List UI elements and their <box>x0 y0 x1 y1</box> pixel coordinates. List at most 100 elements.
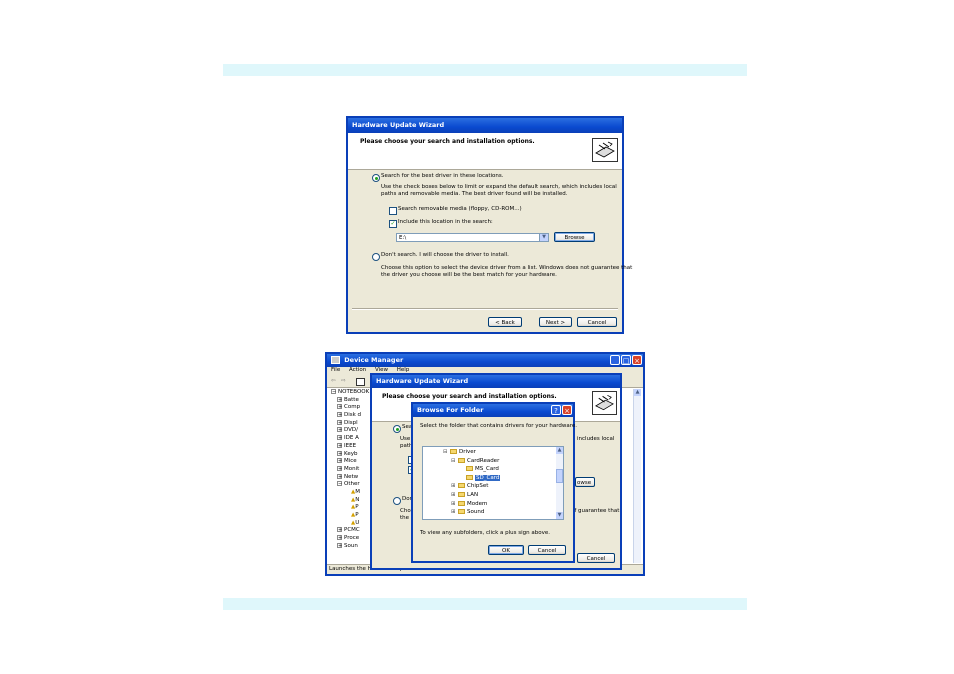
folder-tree-item[interactable]: ⊞ LAN <box>443 491 500 501</box>
wizard-header-panel: Please choose your search and installati… <box>348 133 622 170</box>
folder-icon <box>458 509 465 515</box>
expander-icon[interactable]: ⊟ <box>451 458 458 465</box>
tree-item[interactable]: + Disk d <box>331 412 375 420</box>
tree-item[interactable]: − NOTEBOOK <box>331 389 375 397</box>
includes-local-text: includes local <box>577 436 615 442</box>
browse-instruction: Select the folder that contains drivers … <box>420 423 578 429</box>
expander-icon[interactable]: ⊟ <box>443 449 450 456</box>
scroll-up-icon[interactable]: ▲ <box>634 389 641 396</box>
guarantee-text-partial: of guarantee that <box>571 508 620 514</box>
wizard2-title-bar: Hardware Update Wizard <box>372 375 620 388</box>
scroll-down-icon[interactable]: ▼ <box>556 512 563 519</box>
use-text-partial: Use <box>400 436 411 442</box>
close-button[interactable]: × <box>562 405 572 415</box>
forward-arrow-icon[interactable]: ⇨ <box>341 378 346 385</box>
browse-button[interactable]: owse <box>575 477 595 487</box>
browse-button[interactable]: Browse <box>554 232 595 242</box>
scroll-thumb[interactable] <box>556 469 563 483</box>
tree-item[interactable]: − Other <box>331 481 375 489</box>
browse-for-folder-dialog: Browse For Folder ? × Select the folder … <box>411 402 578 563</box>
checkbox-removable-label: Search removable media (floppy, CD-ROM..… <box>398 206 522 212</box>
folder-tree[interactable]: ⊟ Driver ⊟ CardReader MS_Card SD_Card ⊞ ChipSet… <box>422 446 564 520</box>
folder-tree-rows: ⊟ Driver ⊟ CardReader MS_Card SD_Card ⊞ ChipSet… <box>443 449 501 518</box>
expander-icon[interactable]: ⊞ <box>451 501 458 508</box>
radio-dont-search[interactable] <box>372 253 380 261</box>
tree-item[interactable]: + IDE A <box>331 435 375 443</box>
folder-label: LAN <box>467 491 479 498</box>
folder-tree-scrollbar[interactable]: ▲ ▼ <box>556 447 563 519</box>
checkbox-include-label: Include this location in the search: <box>398 219 493 225</box>
folder-tree-item[interactable]: ⊟ CardReader <box>443 457 500 467</box>
folder-tree-item[interactable]: SD_Card <box>443 474 501 484</box>
browse-hint: To view any subfolders, click a plus sig… <box>420 530 550 536</box>
menu-file[interactable]: File <box>331 367 340 373</box>
tree-item[interactable]: + Comp <box>331 404 375 412</box>
hardware-icon <box>592 391 617 415</box>
radio-dont-search[interactable] <box>393 497 401 505</box>
radio-dont-search-label: Don't search. I will choose the driver t… <box>381 252 509 258</box>
tree-item[interactable]: + IEEE <box>331 442 375 451</box>
folder-label: Modem <box>467 500 488 507</box>
tree-item[interactable]: + Batte <box>331 396 375 405</box>
cancel-button[interactable]: Cancel <box>528 545 566 555</box>
device-manager-title-bar: Device Manager <box>327 354 643 367</box>
folder-icon <box>458 491 465 497</box>
tree-item-warning[interactable]: ▲P <box>331 504 375 512</box>
back-arrow-icon[interactable]: ⇦ <box>331 378 336 385</box>
folder-icon <box>466 474 473 480</box>
radio-search-best-driver[interactable] <box>372 174 380 182</box>
device-manager-title: Device Manager <box>344 356 404 364</box>
hardware-update-wizard-window: Hardware Update Wizard Please choose you… <box>346 116 632 334</box>
folder-tree-item[interactable]: MS_Card <box>443 466 500 475</box>
next-button[interactable]: Next > <box>539 317 572 327</box>
scroll-up-icon[interactable]: ▲ <box>556 447 563 454</box>
expander-icon[interactable]: ⊞ <box>451 483 458 490</box>
hardware-icon <box>592 138 618 162</box>
folder-label: Driver <box>459 449 476 455</box>
chevron-down-icon[interactable]: ▼ <box>539 234 548 241</box>
tree-item[interactable]: + Netw <box>331 473 375 482</box>
checkbox-removable-media[interactable] <box>389 207 397 215</box>
ok-button[interactable]: OK <box>488 545 524 555</box>
tree-item[interactable]: + Mice <box>331 458 375 466</box>
tree-item[interactable]: + DVD/ <box>331 427 375 435</box>
maximize-button[interactable]: □ <box>621 355 631 365</box>
minimize-button[interactable]: _ <box>610 355 620 365</box>
tree-item[interactable]: + Displ <box>331 419 375 428</box>
tree-item-warning[interactable]: ▲M <box>331 489 375 497</box>
checkbox-include-location[interactable]: ✓ <box>389 220 397 228</box>
dont-search-description-line2: the driver you choose will be the best m… <box>381 272 557 278</box>
tree-item[interactable]: + Proce <box>331 535 375 543</box>
close-button[interactable]: × <box>632 355 642 365</box>
search-description-line2: paths and removable media. The best driv… <box>381 191 568 197</box>
search-description-line1: Use the check boxes below to limit or ex… <box>381 184 617 190</box>
expander-icon[interactable]: ⊞ <box>451 492 458 499</box>
help-button[interactable]: ? <box>551 405 561 415</box>
tree-item-warning[interactable]: ▲N <box>331 497 375 505</box>
tree-item-warning[interactable]: ▲P <box>331 512 375 520</box>
tree-item-warning[interactable]: ▲U <box>331 520 375 528</box>
cancel-button[interactable]: Cancel <box>577 553 615 563</box>
tree-item[interactable]: + Soun <box>331 542 375 551</box>
wizard-footer-divider <box>352 308 618 310</box>
menu-action[interactable]: Action <box>349 367 366 373</box>
properties-icon[interactable] <box>356 378 365 386</box>
cancel-button[interactable]: Cancel <box>577 317 617 327</box>
tree-item[interactable]: + Keyb <box>331 450 375 459</box>
folder-label: CardReader <box>467 457 500 464</box>
folder-tree-item[interactable]: ⊞ Sound <box>443 509 500 518</box>
folder-tree-item[interactable]: ⊞ ChipSet <box>443 483 500 492</box>
bottom-band <box>223 598 747 610</box>
expander-icon[interactable]: ⊞ <box>451 509 458 516</box>
device-manager-icon <box>331 356 340 364</box>
tree-item[interactable]: + PCMC <box>331 527 375 535</box>
folder-tree-item[interactable]: ⊟ Driver <box>443 449 500 458</box>
location-combobox[interactable]: E:\ ▼ <box>396 233 549 242</box>
device-manager-scrollbar[interactable]: ▲ <box>633 389 641 563</box>
tree-item[interactable]: + Monit <box>331 465 375 474</box>
folder-icon <box>458 500 465 506</box>
radio-search-best-driver[interactable] <box>393 425 401 433</box>
back-button[interactable]: < Back <box>488 317 522 327</box>
folder-icon <box>450 449 457 454</box>
folder-tree-item[interactable]: ⊞ Modem <box>443 500 500 510</box>
